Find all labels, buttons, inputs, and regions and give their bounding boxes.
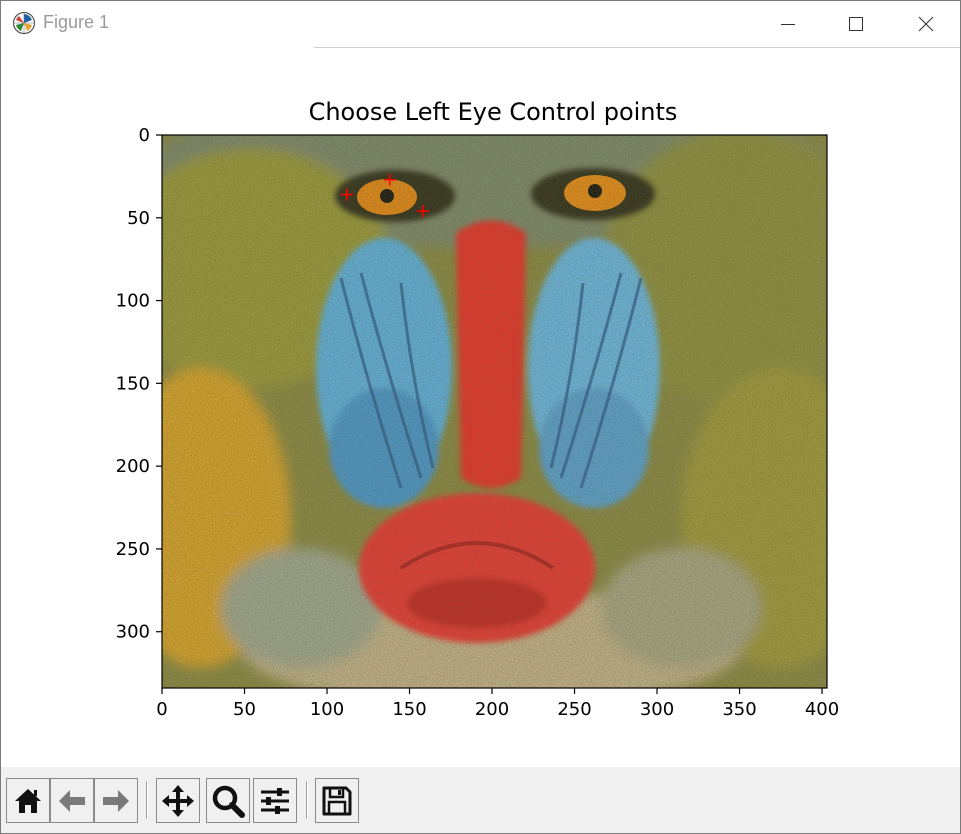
x-axis: 0 50 100 150 200 250 300 350 400	[156, 688, 839, 720]
minimize-icon	[781, 24, 795, 25]
matplotlib-logo-icon	[12, 11, 36, 35]
y-tick-label: 50	[127, 208, 150, 229]
x-tick-label: 50	[233, 699, 256, 720]
forward-button[interactable]	[94, 778, 138, 823]
chart[interactable]: Choose Left Eye Control points 0 50 100 …	[1, 48, 960, 767]
y-tick-label: 200	[116, 456, 150, 477]
zoom-button[interactable]	[206, 778, 250, 823]
home-button[interactable]	[6, 778, 50, 823]
forward-arrow-icon	[103, 789, 129, 812]
navigation-toolbar	[1, 767, 960, 833]
y-tick-label: 150	[116, 373, 150, 394]
y-tick-label: 250	[116, 539, 150, 560]
close-button[interactable]	[891, 1, 961, 47]
magnifier-icon	[212, 785, 245, 818]
x-tick-label: 100	[310, 699, 344, 720]
sliders-icon	[261, 787, 289, 814]
move-icon	[162, 784, 194, 817]
window-title: Figure 1	[43, 12, 110, 32]
y-tick-label: 0	[139, 125, 150, 146]
back-arrow-icon	[59, 789, 85, 812]
chart-title: Choose Left Eye Control points	[309, 98, 678, 126]
figure-canvas[interactable]: Choose Left Eye Control points 0 50 100 …	[1, 48, 960, 767]
maximize-button[interactable]	[821, 1, 891, 47]
x-tick-label: 200	[475, 699, 509, 720]
x-tick-label: 150	[392, 699, 426, 720]
x-tick-label: 300	[640, 699, 674, 720]
mandrill-image	[162, 135, 827, 688]
pan-button[interactable]	[156, 778, 200, 823]
back-button[interactable]	[50, 778, 94, 823]
x-tick-label: 350	[722, 699, 756, 720]
floppy-disk-icon	[322, 786, 352, 815]
toolbar-separator	[146, 781, 148, 819]
x-tick-label: 250	[557, 699, 591, 720]
x-tick-label: 400	[805, 699, 839, 720]
save-button[interactable]	[315, 778, 359, 823]
configure-subplots-button[interactable]	[253, 778, 297, 823]
title-bar[interactable]: Figure 1	[1, 1, 960, 47]
x-tick-label: 0	[156, 699, 167, 720]
home-icon	[15, 788, 41, 813]
minimize-button[interactable]	[753, 1, 823, 47]
close-icon	[918, 16, 934, 32]
toolbar-separator	[306, 781, 308, 819]
y-axis: 0 50 100 150 200 250 300	[116, 125, 162, 643]
y-tick-label: 100	[116, 291, 150, 312]
figure-window: Figure 1 Choose Left Eye Control points	[0, 0, 961, 834]
maximize-icon	[849, 17, 863, 31]
y-tick-label: 300	[116, 622, 150, 643]
